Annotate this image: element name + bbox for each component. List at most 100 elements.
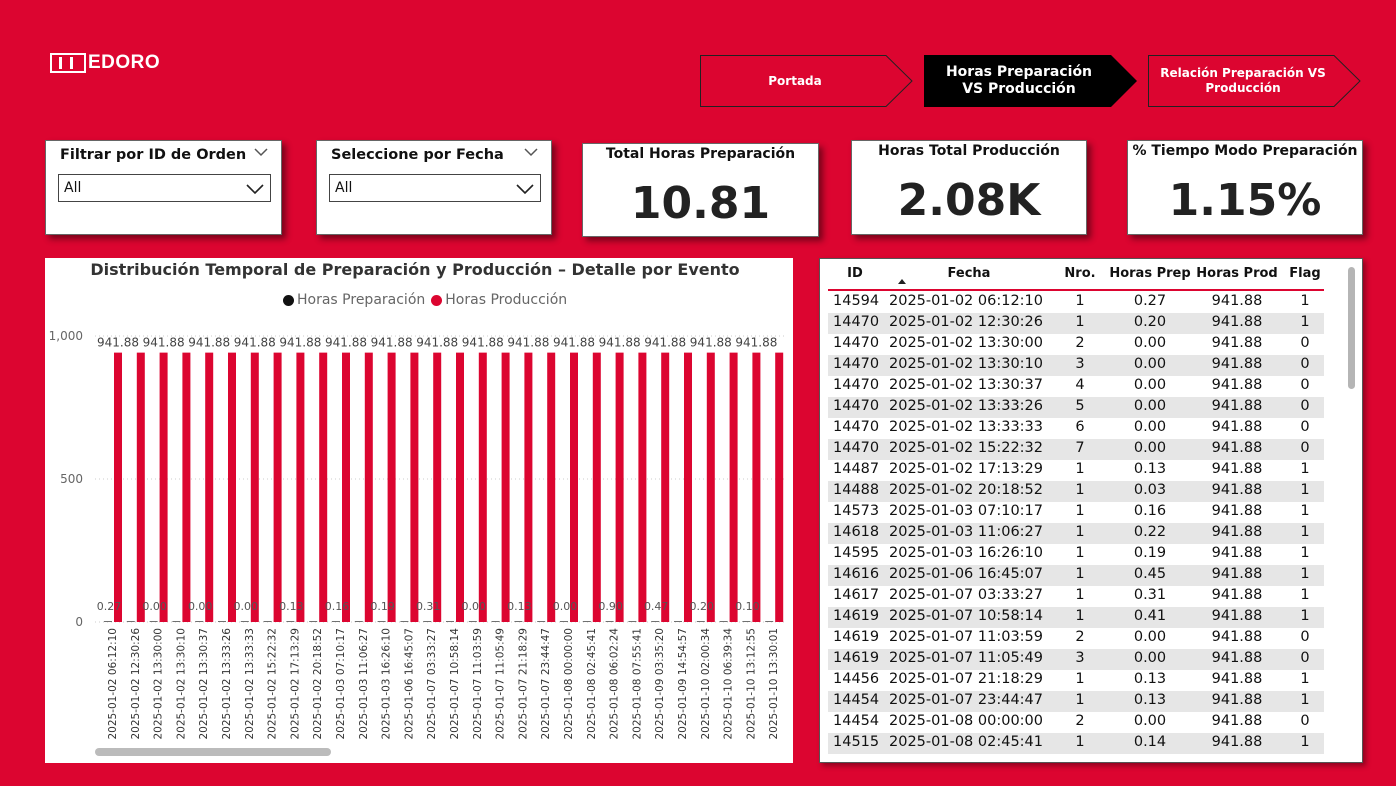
table-row[interactable]: 14515 2025-01-08 02:45:41 1 0.14 941.88 1 <box>828 733 1324 754</box>
cell-id: 14470 <box>833 356 880 372</box>
bar-produccion <box>775 352 784 622</box>
bar-preparacion <box>263 621 272 622</box>
chevron-down-icon[interactable] <box>523 146 539 158</box>
cell-id: 14470 <box>833 419 880 435</box>
kpi-pct-value: 1.15% <box>1168 175 1322 226</box>
cell-horas-prod: 941.88 <box>1211 650 1263 666</box>
cell-nro: 1 <box>1075 503 1085 519</box>
data-label-produccion: 941.88 <box>690 336 732 350</box>
bar-produccion <box>570 352 578 622</box>
col-header-id[interactable]: ID <box>842 266 868 281</box>
x-tick-label: 2025-01-03 07:10:17 <box>335 628 347 740</box>
table-vertical-scrollbar[interactable] <box>1348 267 1355 389</box>
cell-horas-prod: 941.88 <box>1211 545 1263 561</box>
cell-horas-prod: 941.88 <box>1211 629 1263 645</box>
sort-ascending-icon[interactable] <box>898 279 906 284</box>
table-row[interactable]: 14616 2025-01-06 16:45:07 1 0.45 941.88 1 <box>828 565 1324 586</box>
x-tick-label: 2025-01-08 00:00:00 <box>563 628 575 740</box>
table-row[interactable]: 14470 2025-01-02 13:30:10 3 0.00 941.88 0 <box>828 355 1324 376</box>
tab-horas-preparacion-vs-produccion[interactable]: Horas Preparación VS Producción <box>924 55 1138 107</box>
bar-produccion <box>729 352 738 622</box>
table-row[interactable]: 14470 2025-01-02 13:33:26 5 0.00 941.88 0 <box>828 397 1324 418</box>
bar-preparacion <box>104 621 112 622</box>
cell-horas-prod: 941.88 <box>1211 566 1263 582</box>
cell-id: 14594 <box>833 293 880 309</box>
x-tick-label: 2025-01-10 13:12:55 <box>745 628 757 740</box>
bar-preparacion <box>377 621 386 622</box>
order-id-slicer-title: Filtrar por ID de Orden <box>60 147 247 163</box>
table-row[interactable]: 14456 2025-01-07 21:18:29 1 0.13 941.88 1 <box>828 670 1324 691</box>
table-row[interactable]: 14619 2025-01-07 11:03:59 2 0.00 941.88 0 <box>828 628 1324 649</box>
cell-id: 14470 <box>833 335 880 351</box>
date-dropdown[interactable]: All <box>329 174 541 202</box>
x-tick-label: 2025-01-03 16:26:10 <box>381 628 393 740</box>
table-row[interactable]: 14454 2025-01-07 23:44:47 1 0.13 941.88 1 <box>828 691 1324 712</box>
x-tick-label: 2025-01-10 06:39:34 <box>723 628 735 740</box>
cell-fecha: 2025-01-07 21:18:29 <box>889 671 1043 687</box>
table-row[interactable]: 14617 2025-01-07 03:33:27 1 0.31 941.88 1 <box>828 586 1324 607</box>
table-row[interactable]: 14619 2025-01-07 10:58:14 1 0.41 941.88 1 <box>828 607 1324 628</box>
cell-id: 14515 <box>833 734 880 750</box>
cell-horas-prep: 0.22 <box>1133 524 1167 540</box>
cell-nro: 5 <box>1075 398 1085 414</box>
col-header-horas-prod[interactable]: Horas Prod <box>1192 266 1282 281</box>
cell-nro: 1 <box>1075 734 1085 750</box>
table-row[interactable]: 14470 2025-01-02 13:30:37 4 0.00 941.88 0 <box>828 376 1324 397</box>
table-row[interactable]: 14470 2025-01-02 15:22:32 7 0.00 941.88 0 <box>828 439 1324 460</box>
cell-id: 14619 <box>833 629 880 645</box>
bar-produccion <box>136 352 145 622</box>
data-label-produccion: 941.88 <box>234 336 276 350</box>
cell-id: 14619 <box>833 650 880 666</box>
cell-nro: 1 <box>1075 314 1085 330</box>
cell-horas-prep: 0.16 <box>1133 503 1167 519</box>
kpi-pct-tiempo-preparacion: % Tiempo Modo Preparación 1.15% <box>1127 140 1363 235</box>
table-row[interactable]: 14619 2025-01-07 11:05:49 3 0.00 941.88 0 <box>828 649 1324 670</box>
data-label-produccion: 941.88 <box>553 336 595 350</box>
x-tick-label: 2025-01-10 13:30:01 <box>768 628 780 740</box>
table-row[interactable]: 14470 2025-01-02 12:30:26 1 0.20 941.88 1 <box>828 313 1324 334</box>
cell-id: 14470 <box>833 440 880 456</box>
col-header-nro[interactable]: Nro. <box>1052 266 1108 281</box>
bar-preparacion <box>514 621 523 622</box>
col-header-horas-prep[interactable]: Horas Prep <box>1108 266 1192 281</box>
data-label-produccion: 941.88 <box>462 336 504 350</box>
col-header-flag[interactable]: Flag <box>1282 266 1328 281</box>
data-label-produccion: 941.88 <box>279 336 321 350</box>
bar-produccion <box>182 352 191 622</box>
table-row[interactable]: 14594 2025-01-02 06:12:10 1 0.27 941.88 1 <box>828 292 1324 313</box>
cell-fecha: 2025-01-06 16:45:07 <box>889 566 1043 582</box>
col-header-fecha[interactable]: Fecha <box>889 266 1049 281</box>
table-row[interactable]: 14488 2025-01-02 20:18:52 1 0.03 941.88 1 <box>828 481 1324 502</box>
bar-produccion <box>342 352 350 622</box>
x-tick-label: 2025-01-09 03:35:20 <box>654 628 666 740</box>
chevron-down-icon[interactable] <box>253 146 269 158</box>
table-row[interactable]: 14595 2025-01-03 16:26:10 1 0.19 941.88 1 <box>828 544 1324 565</box>
bar-preparacion <box>126 621 135 622</box>
x-tick-label: 2025-01-03 11:06:27 <box>358 628 370 740</box>
cell-horas-prep: 0.00 <box>1133 713 1167 729</box>
cell-fecha: 2025-01-07 11:05:49 <box>889 650 1043 666</box>
chart-horizontal-scrollbar[interactable] <box>95 748 331 756</box>
table-row[interactable]: 14454 2025-01-08 00:00:00 2 0.00 941.88 0 <box>828 712 1324 733</box>
x-tick-label: 2025-01-02 17:13:29 <box>289 628 301 740</box>
table-row[interactable]: 14573 2025-01-03 07:10:17 1 0.16 941.88 1 <box>828 502 1324 523</box>
data-label-preparacion: 0.47 <box>644 600 669 613</box>
tab-relacion-preparacion-vs-produccion[interactable]: Relación Preparación VS Producción <box>1148 55 1362 107</box>
table-row[interactable]: 14618 2025-01-03 11:06:27 1 0.22 941.88 1 <box>828 523 1324 544</box>
cell-nro: 2 <box>1075 713 1085 729</box>
bar-produccion <box>478 352 487 622</box>
cell-horas-prod: 941.88 <box>1211 587 1263 603</box>
table-row[interactable]: 14470 2025-01-02 13:33:33 6 0.00 941.88 0 <box>828 418 1324 439</box>
bar-produccion <box>661 352 670 622</box>
cell-flag: 1 <box>1300 524 1310 540</box>
bar-preparacion <box>423 621 432 622</box>
tab-portada[interactable]: Portada <box>700 55 914 107</box>
cell-nro: 1 <box>1075 545 1085 561</box>
table-row[interactable]: 14470 2025-01-02 13:30:00 2 0.00 941.88 0 <box>828 334 1324 355</box>
cell-horas-prep: 0.19 <box>1133 545 1167 561</box>
cell-flag: 0 <box>1300 356 1310 372</box>
table-row[interactable]: 14487 2025-01-02 17:13:29 1 0.13 941.88 1 <box>828 460 1324 481</box>
chevron-down-icon <box>246 184 264 195</box>
order-id-dropdown[interactable]: All <box>58 174 271 202</box>
cell-id: 14487 <box>833 461 880 477</box>
